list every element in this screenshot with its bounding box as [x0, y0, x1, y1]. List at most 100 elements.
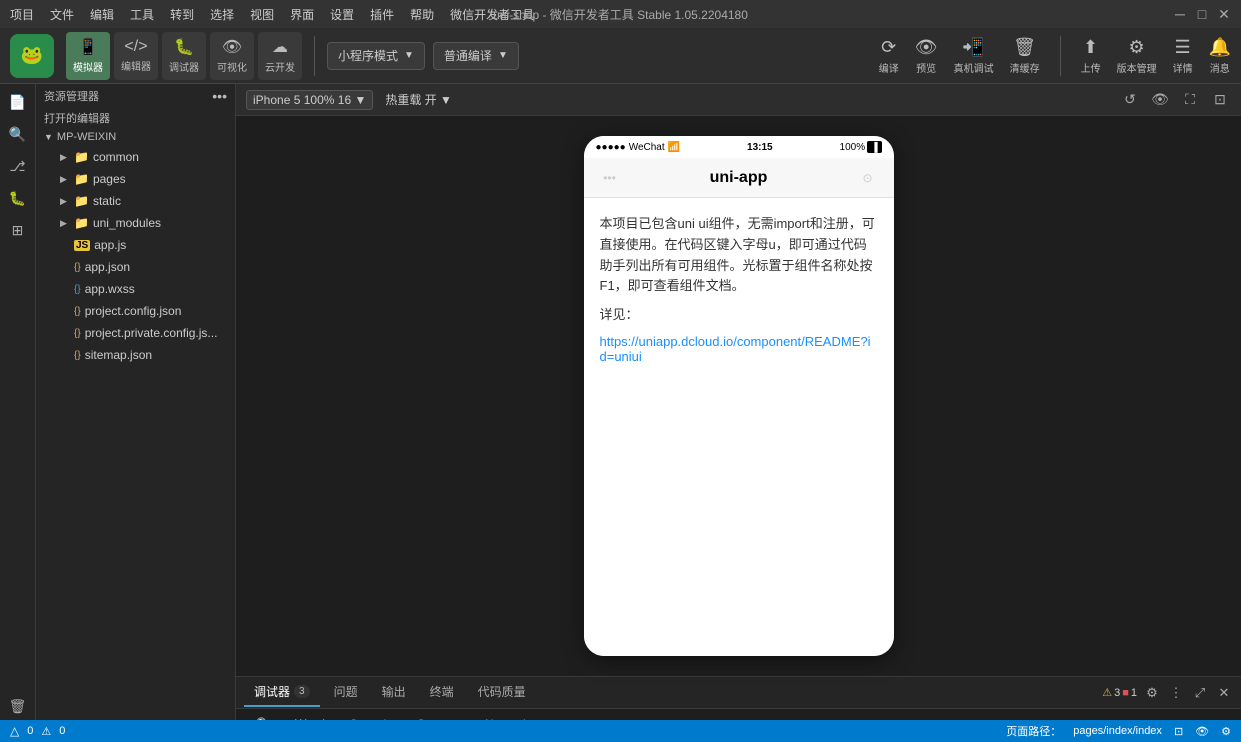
tree-item-project-config[interactable]: {} project.config.json	[36, 300, 235, 322]
device-name: iPhone 5	[253, 93, 300, 107]
status-eye-icon[interactable]: 👁	[1195, 725, 1209, 738]
menu-file[interactable]: 文件	[50, 6, 74, 23]
tab-output[interactable]: 输出	[372, 679, 416, 707]
cloud-button[interactable]: ☁ 云开发	[258, 32, 302, 80]
menu-tools[interactable]: 工具	[130, 6, 154, 23]
device-select[interactable]: iPhone 5 100% 16 ▼	[246, 90, 373, 110]
editor-button[interactable]: </> 编辑器	[114, 32, 158, 80]
menu-plugins[interactable]: 插件	[370, 6, 394, 23]
tree-item-common[interactable]: ▶ 📁 common	[36, 146, 235, 168]
upload-button[interactable]: ⬆ 上传	[1081, 37, 1101, 75]
notify-button[interactable]: 🔔 消息	[1209, 37, 1231, 75]
tab-terminal[interactable]: 终端	[420, 679, 464, 707]
static-folder-icon: 📁	[74, 194, 89, 208]
appjson-label: app.json	[85, 260, 130, 274]
device-toolbar: iPhone 5 100% 16 ▼ 热重载 开 ▼ ↺ 👁 ⛶ ⊡	[236, 84, 1241, 116]
close-button[interactable]: ✕	[1217, 7, 1231, 21]
refresh-button[interactable]: ↺	[1119, 89, 1141, 111]
tree-item-project-private[interactable]: {} project.private.config.js...	[36, 322, 235, 344]
activity-search-icon[interactable]: 🔍	[4, 120, 32, 148]
debug-expand-button[interactable]: ⤢	[1191, 684, 1209, 702]
version-button[interactable]: ⚙ 版本管理	[1117, 37, 1157, 75]
maximize-button[interactable]: □	[1195, 7, 1209, 21]
tab-problems[interactable]: 问题	[324, 679, 368, 707]
preview-button[interactable]: 👁 预览	[915, 37, 938, 75]
activity-trash-icon[interactable]: 🗑	[4, 692, 32, 720]
tree-item-appjson[interactable]: {} app.json	[36, 256, 235, 278]
detail-button[interactable]: ☰ 详情	[1173, 37, 1193, 75]
sub-tab-more[interactable]: »	[541, 710, 572, 721]
phone-capture-button[interactable]: ⊙	[854, 164, 882, 192]
menu-help[interactable]: 帮助	[410, 6, 434, 23]
debug-settings-button[interactable]: ⚙	[1143, 684, 1161, 702]
simulator-icon: 📱	[78, 37, 98, 57]
eye-button[interactable]: 👁	[1149, 89, 1171, 111]
debug-inspect-button[interactable]: 🔍	[244, 710, 283, 721]
phone-link[interactable]: https://uniapp.dcloud.io/component/READM…	[600, 334, 871, 364]
real-debug-button[interactable]: 📲 真机调试	[954, 37, 994, 75]
tree-item-static[interactable]: ▶ 📁 static	[36, 190, 235, 212]
compile-button[interactable]: ⟳ 编译	[879, 37, 899, 75]
compile-dropdown[interactable]: 普通编译 ▼	[433, 42, 519, 70]
menu-select[interactable]: 选择	[210, 6, 234, 23]
menu-edit[interactable]: 编辑	[90, 6, 114, 23]
tree-item-sitemap[interactable]: {} sitemap.json	[36, 344, 235, 366]
sub-tab-wxml[interactable]: Wxml	[283, 710, 337, 721]
toolbar-separator-2	[1060, 36, 1061, 76]
expand-button[interactable]: ⛶	[1179, 89, 1201, 111]
preview-area: ●●●●● WeChat 📶 13:15 100% ▐ •••	[236, 116, 1241, 676]
tree-item-uni-modules[interactable]: ▶ 📁 uni_modules	[36, 212, 235, 234]
warn-count-badge: ⚠ 3 ■ 1	[1102, 686, 1137, 699]
pages-folder-icon: 📁	[74, 172, 89, 186]
status-settings-icon[interactable]: ⚙	[1221, 725, 1231, 738]
clear-cache-button[interactable]: 🗑 清缓存	[1010, 37, 1040, 75]
hot-reload-toggle[interactable]: 热重载 开 ▼	[385, 91, 452, 108]
debugger-button[interactable]: 🐛 调试器	[162, 32, 206, 80]
sub-tab-sources[interactable]: Sources	[405, 710, 473, 721]
version-icon: ⚙	[1129, 37, 1145, 58]
activity-files-icon[interactable]: 📄	[4, 88, 32, 116]
debug-more-button[interactable]: ⋮	[1167, 684, 1185, 702]
status-expand-icon[interactable]: ⊡	[1174, 725, 1183, 738]
debugger-icon: 🐛	[174, 37, 194, 57]
warn-count: 3	[1114, 687, 1120, 699]
minimize-button[interactable]: ─	[1173, 7, 1187, 21]
tab-code-quality[interactable]: 代码质量	[468, 679, 536, 707]
visual-button[interactable]: 👁 可视化	[210, 32, 254, 80]
debug-controls: ⚠ 3 ■ 1 ⚙ ⋮ ⤢ ✕	[1102, 684, 1233, 702]
activity-debug-icon[interactable]: 🐛	[4, 184, 32, 212]
explorer-more-button[interactable]: •••	[212, 88, 227, 104]
menu-view[interactable]: 视图	[250, 6, 274, 23]
window-controls[interactable]: ─ □ ✕	[1173, 7, 1231, 21]
tree-item-pages[interactable]: ▶ 📁 pages	[36, 168, 235, 190]
device-dots: 16 ▼	[338, 93, 367, 107]
menu-project[interactable]: 项目	[10, 6, 34, 23]
main-tools-group: 📱 模拟器 </> 编辑器 🐛 调试器 👁 可视化 ☁ 云开发	[66, 32, 302, 80]
shrink-button[interactable]: ⊡	[1209, 89, 1231, 111]
menu-interface[interactable]: 界面	[290, 6, 314, 23]
simulator-button[interactable]: 📱 模拟器	[66, 32, 110, 80]
sitemap-icon: {}	[74, 350, 81, 361]
tab-debugger[interactable]: 调试器 3	[244, 679, 320, 707]
mp-weixin-header[interactable]: ▼ MP-WEIXIN	[36, 128, 235, 146]
phone-battery: 100% ▐	[840, 141, 882, 153]
battery-icon: ▐	[867, 141, 881, 153]
phone-menu-button[interactable]: •••	[596, 164, 624, 192]
mode-dropdown[interactable]: 小程序模式 ▼	[327, 42, 425, 70]
editor-label: 编辑器	[121, 58, 151, 73]
activity-extensions-icon[interactable]: ⊞	[4, 216, 32, 244]
phone-capture-icon: ⊙	[862, 171, 872, 185]
tree-item-appwxss[interactable]: {} app.wxss	[36, 278, 235, 300]
activity-git-icon[interactable]: ⎇	[4, 152, 32, 180]
menu-settings[interactable]: 设置	[330, 6, 354, 23]
sub-tab-console[interactable]: Console	[337, 710, 405, 721]
appjs-icon: JS	[74, 240, 90, 251]
tree-item-appjs[interactable]: JS app.js	[36, 234, 235, 256]
open-editors-section[interactable]: 打开的编辑器	[36, 108, 235, 128]
debug-close-button[interactable]: ✕	[1215, 684, 1233, 702]
menu-goto[interactable]: 转到	[170, 6, 194, 23]
sub-tab-network[interactable]: Network	[473, 710, 541, 721]
sub-tab-console-label: Console	[349, 717, 393, 721]
uni-modules-label: uni_modules	[93, 216, 161, 230]
version-btn-label: 版本管理	[1117, 60, 1157, 75]
